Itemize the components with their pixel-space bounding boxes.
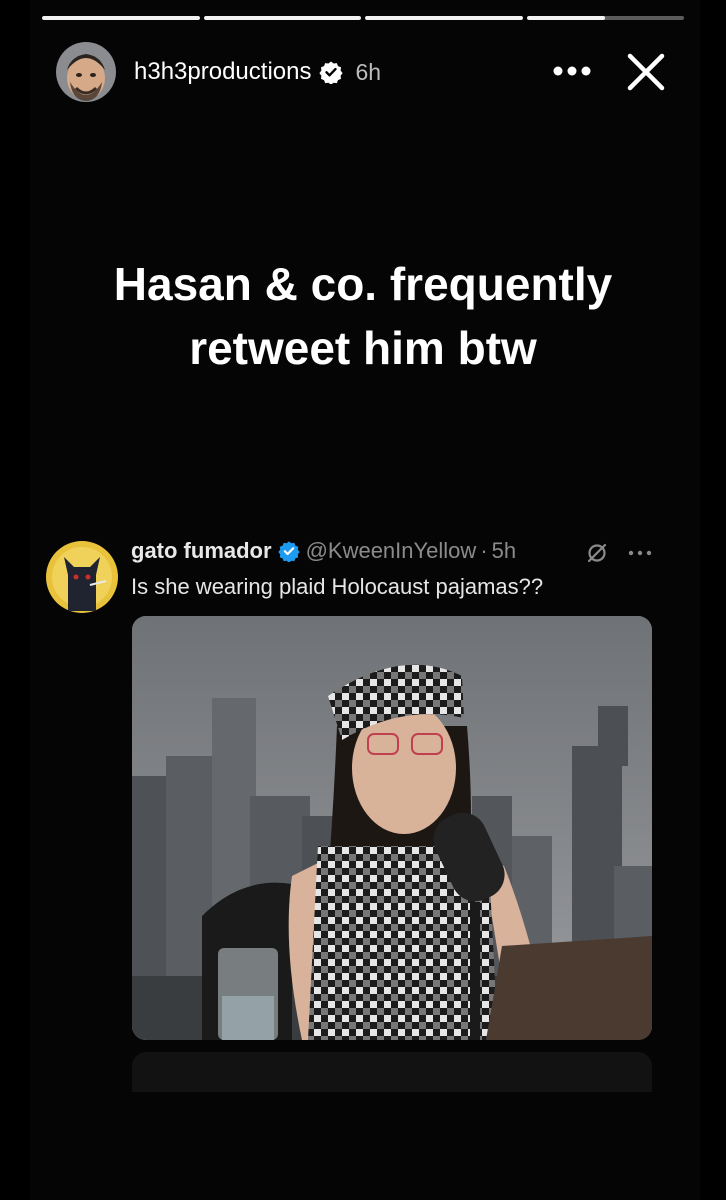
tweet-separator: · — [480, 538, 488, 563]
progress-segment — [203, 16, 361, 20]
photo-illustration — [132, 616, 652, 1040]
story-viewer: h3h3productions 6h Hasan & co. frequentl… — [0, 0, 726, 1200]
close-icon[interactable] — [624, 50, 668, 94]
tweet-screenshot: gato fumador @KweenInYellow · 5h Is she … — [30, 520, 700, 1092]
story-header: h3h3productions 6h — [56, 42, 676, 102]
story-progress-bar — [42, 16, 684, 20]
tweet-text: Is she wearing plaid Holocaust pajamas?? — [131, 574, 544, 599]
progress-segment — [526, 16, 684, 20]
next-tweet-card — [132, 1052, 652, 1092]
caption-line: Hasan & co. frequently — [113, 258, 613, 310]
grok-icon[interactable] — [586, 542, 608, 564]
tweet-avatar — [46, 541, 118, 613]
progress-segment — [365, 16, 523, 20]
tweet-handle[interactable]: @KweenInYellow — [306, 538, 477, 564]
progress-segment — [42, 16, 200, 20]
profile-avatar[interactable] — [56, 42, 116, 102]
story-timestamp: 6h — [355, 58, 382, 85]
verified-badge-icon — [319, 61, 344, 84]
verified-badge-icon — [277, 541, 300, 562]
more-dots-icon[interactable] — [627, 544, 653, 562]
caption-line: retweet him btw — [189, 322, 537, 374]
tweet-time: 5h — [491, 538, 517, 563]
tweet-media-image[interactable] — [132, 616, 652, 1040]
more-dots-icon[interactable] — [550, 56, 594, 86]
tweet-header: gato fumador @KweenInYellow · 5h — [131, 538, 516, 564]
tweet-display-name[interactable]: gato fumador — [131, 538, 272, 564]
story-username[interactable]: h3h3productions — [134, 58, 311, 86]
story-caption: Hasan & co. frequently retweet him btw — [60, 252, 666, 380]
